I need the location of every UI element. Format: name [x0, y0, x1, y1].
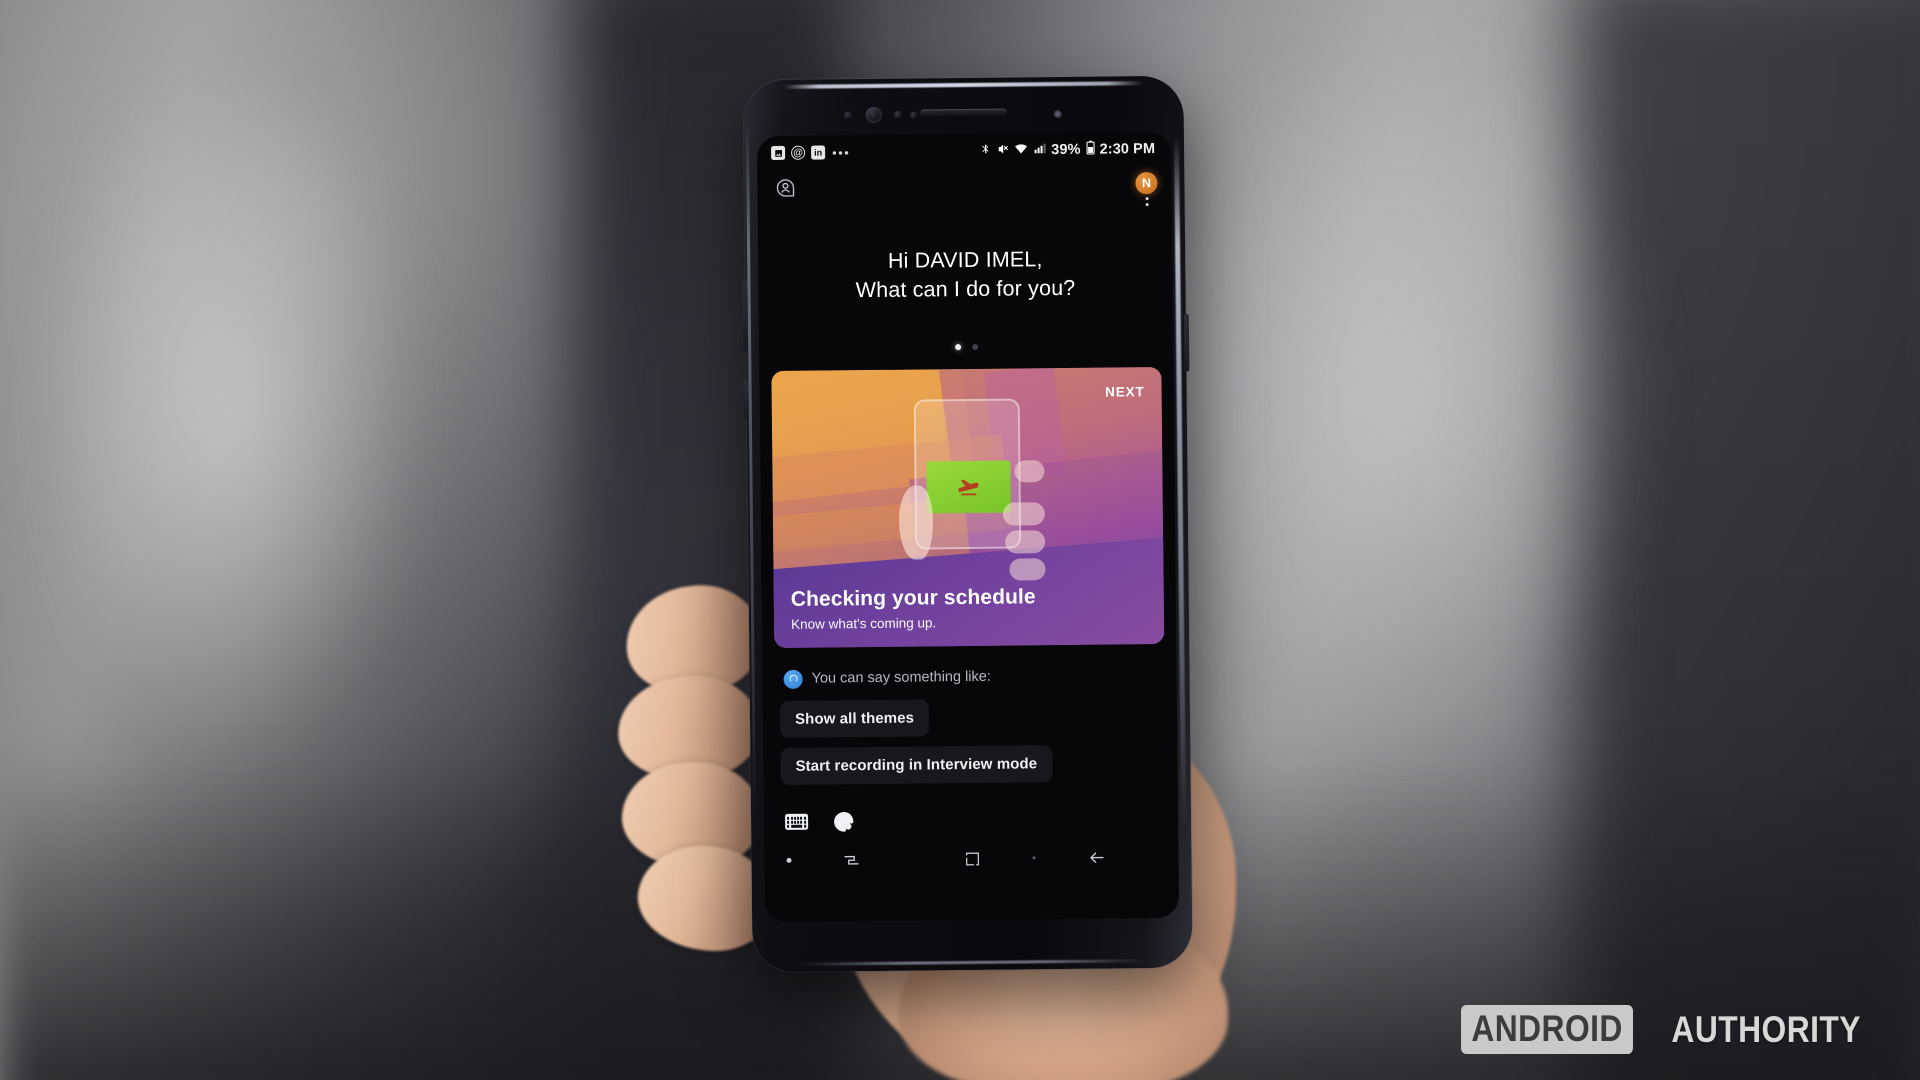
email-at-icon: @: [791, 145, 806, 160]
back-icon[interactable]: [1036, 846, 1157, 869]
next-button[interactable]: NEXT: [1105, 384, 1145, 399]
header-actions: N: [1135, 171, 1158, 206]
page-dot-inactive[interactable]: [971, 343, 978, 350]
image-icon: [771, 145, 786, 161]
top-bezel: [743, 76, 1184, 137]
illustration-finger: [1002, 502, 1046, 526]
status-bar-notifications: @ in •••: [771, 145, 850, 161]
greeting-line-1: Hi DAVID IMEL,: [887, 246, 1043, 273]
bixby-button[interactable]: [743, 380, 749, 421]
watermark-boxed-word: ANDROID: [1460, 1005, 1633, 1054]
suggestions-header: You can say something like:: [762, 644, 1176, 689]
linkedin-icon: in: [811, 145, 826, 160]
suggestion-list: Show all themes Start recording in Inter…: [763, 685, 1178, 795]
suggestion-chip[interactable]: Show all themes: [779, 699, 930, 738]
card-text-block: Checking your schedule Know what's comin…: [791, 585, 1036, 632]
battery-icon: [1085, 140, 1095, 159]
light-sensor-icon: [909, 111, 918, 120]
bottom-bezel: [752, 920, 1192, 973]
illustration-finger: [1005, 530, 1046, 554]
app-header: N: [757, 166, 1171, 210]
vertical-dots-icon[interactable]: [1145, 197, 1149, 206]
boarding-pass-icon: [926, 460, 1011, 514]
earpiece-speaker: [920, 108, 1007, 117]
notification-badge[interactable]: N: [1135, 171, 1158, 195]
mute-icon: [996, 142, 1009, 159]
battery-percent-label: 39%: [1051, 141, 1081, 159]
keyboard-icon[interactable]: [785, 814, 809, 831]
bixby-icon[interactable]: [832, 810, 855, 833]
status-bar: @ in ••• 39% 2:30 PM: [757, 132, 1171, 170]
greeting-block: Hi DAVID IMEL, What can I do for you?: [758, 243, 1173, 306]
clock-label: 2:30 PM: [1099, 141, 1156, 158]
illustration-thumb: [898, 485, 934, 560]
overflow-dots-icon: •••: [832, 144, 851, 160]
phone-screen: @ in ••• 39% 2:30 PM N Hi DAVID IMEL, Wh…: [756, 131, 1180, 923]
bluetooth-icon: [980, 141, 991, 160]
greeting-line-2: What can I do for you?: [855, 275, 1076, 302]
input-toolbar: [764, 791, 1178, 834]
proximity-sensor-icon: [893, 110, 903, 120]
recents-icon[interactable]: [791, 849, 912, 872]
profile-contact-icon[interactable]: [773, 176, 797, 200]
bixby-circle-icon: [783, 669, 803, 689]
hint-card[interactable]: NEXT Checking your schedule Know what's …: [771, 366, 1165, 649]
suggestions-header-label: You can say something like:: [811, 669, 991, 688]
front-camera-icon: [865, 106, 882, 124]
card-subtitle: Know what's coming up.: [790, 615, 937, 632]
card-illustration: [896, 398, 1046, 589]
home-icon[interactable]: [912, 848, 1033, 869]
smartphone-device: @ in ••• 39% 2:30 PM N Hi DAVID IMEL, Wh…: [742, 75, 1193, 973]
illustration-finger: [1009, 558, 1046, 581]
illustration-finger: [1014, 460, 1045, 483]
page-dot-active[interactable]: [954, 344, 961, 351]
status-bar-system: 39% 2:30 PM: [980, 140, 1155, 161]
power-button[interactable]: [1183, 313, 1190, 372]
card-title: Checking your schedule: [790, 585, 1036, 611]
watermark: ANDROID AUTHORITY: [1447, 1005, 1877, 1054]
suggestion-row: Start recording in Interview mode: [780, 744, 1177, 795]
background-highlight-left: [38, 64, 423, 756]
volume-button[interactable]: [742, 280, 749, 353]
system-navigation-bar: [764, 830, 1178, 872]
watermark-plain-word: AUTHORITY: [1671, 1008, 1861, 1050]
iris-sensor-icon: [843, 111, 853, 121]
wifi-icon: [1014, 142, 1028, 159]
suggestion-chip[interactable]: Start recording in Interview mode: [780, 745, 1053, 785]
signal-icon: [1033, 142, 1046, 158]
notification-led-icon: [1053, 109, 1062, 119]
suggestion-row: Show all themes: [779, 697, 1177, 748]
page-indicator[interactable]: [759, 342, 1173, 352]
